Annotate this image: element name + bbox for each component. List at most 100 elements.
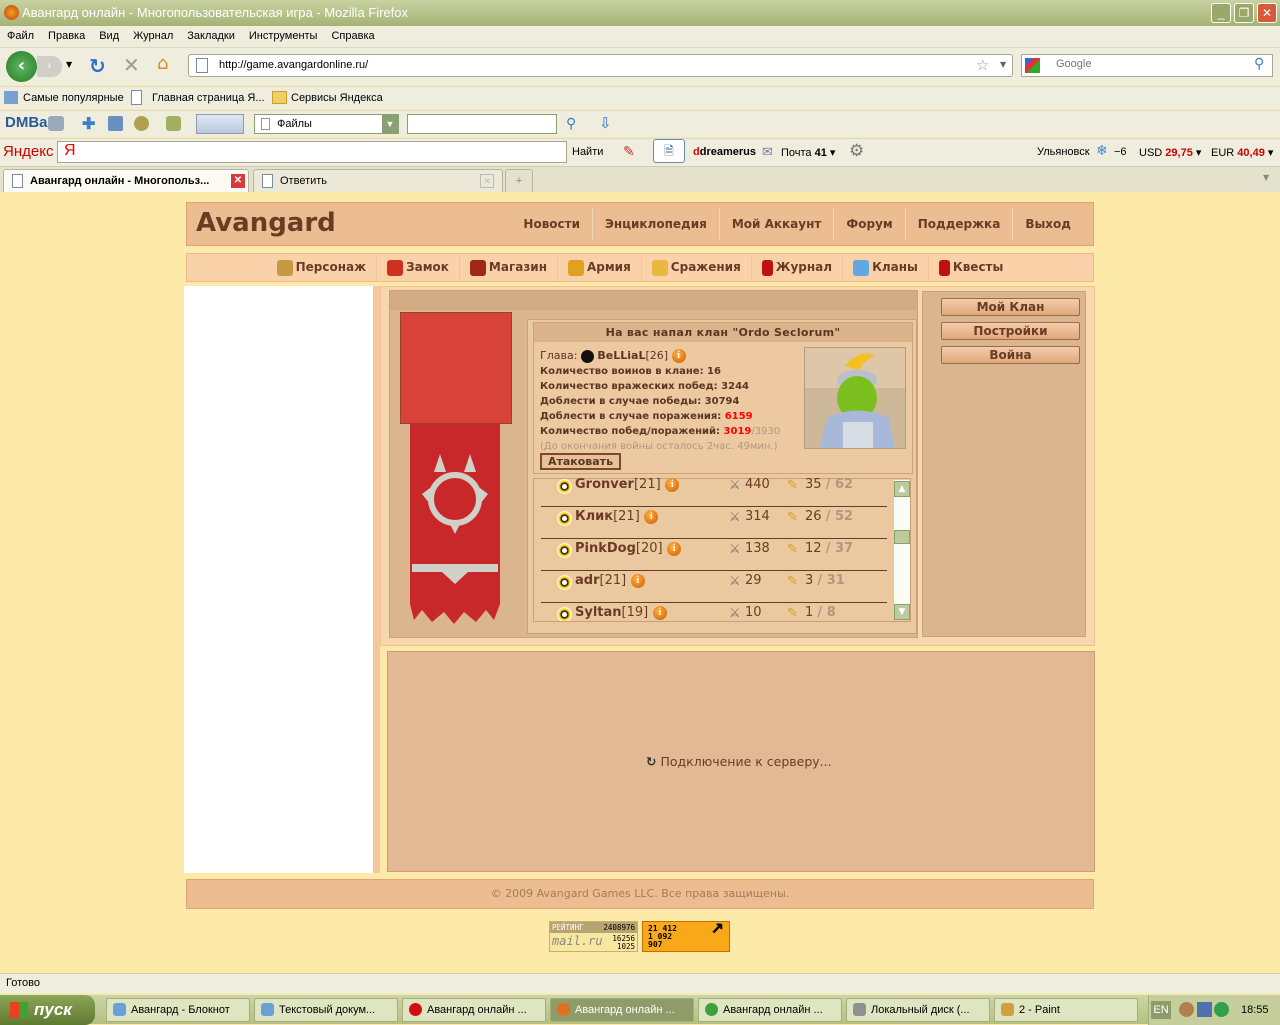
nav-support[interactable]: Поддержка: [904, 208, 1013, 240]
bookmark-most-visited[interactable]: Самые популярные: [23, 92, 124, 104]
nav-character[interactable]: Персонаж: [267, 254, 376, 281]
info-icon[interactable]: i: [652, 605, 667, 620]
nav-castle[interactable]: Замок: [376, 254, 459, 281]
member-name[interactable]: Syltan: [575, 605, 622, 620]
taskbar-item[interactable]: Текстовый докум...: [254, 998, 398, 1022]
taskbar-item[interactable]: 2 - Paint: [994, 998, 1138, 1022]
nav-encyclopedia[interactable]: Энциклопедия: [592, 208, 719, 240]
taskbar-item[interactable]: Локальный диск (...: [846, 998, 990, 1022]
yandex-search-button[interactable]: Найти: [572, 146, 603, 158]
minimize-button[interactable]: _: [1211, 3, 1231, 23]
scroll-thumb[interactable]: [894, 529, 910, 544]
close-tab-icon[interactable]: ✕: [231, 174, 245, 188]
site-logo[interactable]: Avangard: [196, 208, 336, 238]
stop-icon[interactable]: ✕: [123, 53, 140, 77]
member-name[interactable]: adr: [575, 573, 600, 588]
bookmark-star-icon[interactable]: ☆: [976, 56, 989, 74]
home-dropdown-icon[interactable]: [134, 116, 149, 131]
history-dropdown-icon[interactable]: ▼: [66, 60, 72, 69]
close-button[interactable]: ✕: [1257, 3, 1277, 23]
taskbar-item[interactable]: Авангард - Блокнот: [106, 998, 250, 1022]
dmbar-download-icon[interactable]: [48, 116, 64, 131]
start-button[interactable]: пуск: [0, 995, 95, 1025]
search-icon[interactable]: ⚲: [1254, 56, 1264, 72]
leader-name[interactable]: BeLLiaL: [597, 349, 645, 362]
weather-city[interactable]: Ульяновск: [1037, 146, 1090, 158]
nav-my-account[interactable]: Мой Аккаунт: [718, 208, 834, 240]
forward-button[interactable]: ›: [37, 56, 62, 77]
member-name[interactable]: Gronver: [575, 477, 634, 492]
translate-icon[interactable]: 🗎: [653, 139, 685, 163]
menu-history[interactable]: Журнал: [126, 26, 180, 42]
files-select[interactable]: Файлы ▼: [254, 114, 399, 134]
scroll-up-button[interactable]: ▲: [894, 481, 910, 497]
menu-tools[interactable]: Инструменты: [242, 26, 325, 42]
info-icon[interactable]: i: [644, 509, 659, 524]
bookmark-yandex-home[interactable]: Главная страница Я...: [152, 92, 265, 104]
home-icon[interactable]: ⌂: [157, 53, 168, 74]
info-icon[interactable]: i: [667, 541, 682, 556]
tools-dropdown-icon[interactable]: [166, 116, 181, 131]
search-icon[interactable]: ⚲: [566, 115, 576, 132]
new-tab-button[interactable]: +: [505, 169, 533, 192]
my-clan-button[interactable]: Мой Клан: [941, 298, 1080, 316]
info-icon[interactable]: i: [665, 477, 680, 492]
menu-file[interactable]: Файл: [0, 26, 41, 42]
back-button[interactable]: ‹: [6, 51, 37, 82]
url-dropdown-icon[interactable]: ▼: [1000, 60, 1006, 69]
close-tab-icon[interactable]: ✕: [480, 174, 494, 188]
nav-news[interactable]: Новости: [511, 208, 592, 240]
yandex-user[interactable]: ddreamerus: [693, 146, 756, 158]
nav-clans[interactable]: Кланы: [842, 254, 928, 281]
member-name[interactable]: PinkDog: [575, 541, 636, 556]
settings-gear-icon[interactable]: ⚙: [849, 141, 864, 161]
url-bar[interactable]: http://game.avangardonline.ru/ ☆ ▼: [188, 54, 1013, 77]
taskbar-item[interactable]: Авангард онлайн ...: [698, 998, 842, 1022]
taskbar-item[interactable]: Авангард онлайн ...: [550, 998, 694, 1022]
mail-icon[interactable]: ✉: [762, 144, 773, 160]
member-name[interactable]: Клик: [575, 509, 613, 524]
reload-icon[interactable]: ↻: [89, 54, 106, 78]
search-input[interactable]: [1056, 58, 1246, 70]
language-indicator[interactable]: EN: [1151, 1001, 1171, 1019]
download-arrow-icon[interactable]: ⇩: [599, 114, 612, 132]
windows-icon[interactable]: [108, 116, 123, 131]
taskbar-item[interactable]: Авангард онлайн ...: [402, 998, 546, 1022]
menu-edit[interactable]: Правка: [41, 26, 92, 42]
menu-bookmarks[interactable]: Закладки: [180, 26, 242, 42]
google-icon[interactable]: [1025, 58, 1040, 73]
chevron-down-icon[interactable]: ▼: [382, 115, 398, 133]
tray-expand-icon[interactable]: [1179, 1002, 1194, 1017]
highlight-icon[interactable]: ✎: [623, 143, 635, 160]
menu-view[interactable]: Вид: [92, 26, 126, 42]
usd-rate[interactable]: USD 29,75 ▾: [1139, 146, 1201, 159]
nav-battles[interactable]: Сражения: [640, 254, 751, 281]
menu-help[interactable]: Справка: [324, 26, 381, 42]
yandex-logo[interactable]: Яндекс: [3, 143, 53, 160]
attack-button[interactable]: Атаковать: [540, 453, 621, 470]
nav-shop[interactable]: Магазин: [458, 254, 557, 281]
icq-icon[interactable]: [1214, 1002, 1229, 1017]
yandex-search-input[interactable]: Я: [57, 141, 567, 163]
liveinternet-counter[interactable]: 21 412 1 092 907 ↗: [642, 916, 730, 952]
nav-journal[interactable]: Журнал: [750, 254, 842, 281]
eur-rate[interactable]: EUR 40,49 ▾: [1211, 146, 1273, 159]
network-icon[interactable]: [1197, 1002, 1212, 1017]
buildings-button[interactable]: Постройки: [941, 322, 1080, 340]
tab-avangard[interactable]: Авангард онлайн - Многопольз... ✕: [3, 169, 249, 192]
info-icon[interactable]: i: [630, 573, 645, 588]
nav-quests[interactable]: Квесты: [927, 254, 1013, 281]
tab-reply[interactable]: Ответить ✕: [253, 169, 503, 192]
add-icon[interactable]: ✚: [82, 114, 95, 134]
mail-link[interactable]: Почта 41 ▾: [781, 146, 835, 159]
members-scrollbar[interactable]: ▲ ▼: [894, 480, 910, 620]
bookmark-yandex-services[interactable]: Сервисы Яндекса: [291, 92, 383, 104]
maximize-button[interactable]: ❐: [1234, 3, 1254, 23]
tab-list-dropdown-icon[interactable]: ▼: [1263, 173, 1269, 182]
nav-logout[interactable]: Выход: [1012, 208, 1083, 240]
hand-button[interactable]: [196, 114, 244, 134]
mail-rating-counter[interactable]: РЕЙТИНГ 2408976 mail.ru 16256 1025: [549, 921, 638, 952]
scroll-down-button[interactable]: ▼: [894, 604, 910, 620]
dmbar-search-input[interactable]: [407, 114, 557, 134]
search-box[interactable]: ⚲: [1021, 54, 1273, 77]
